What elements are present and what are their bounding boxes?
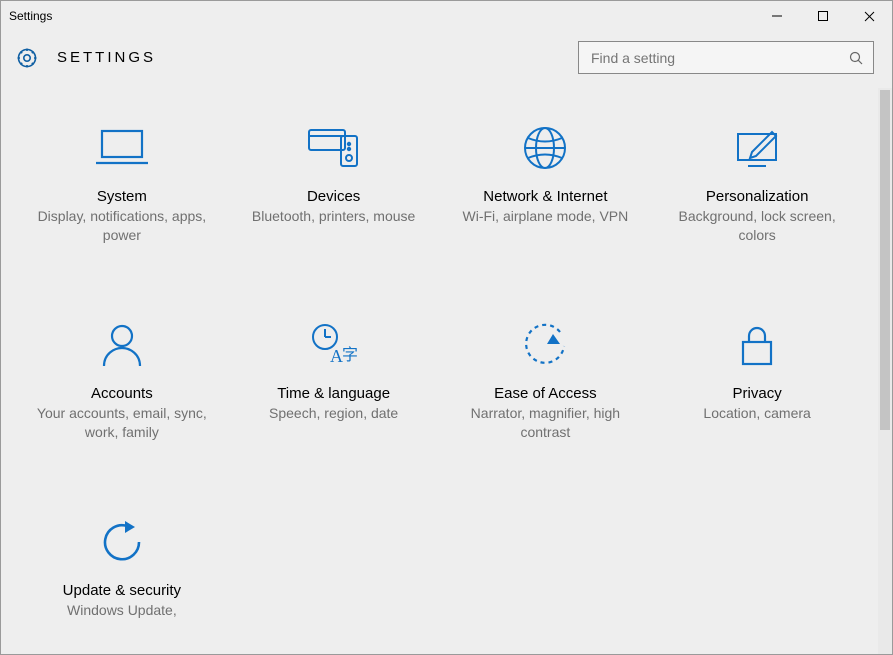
header: SETTINGS	[1, 31, 892, 88]
tile-desc: Speech, region, date	[237, 404, 431, 423]
scroll-thumb[interactable]	[880, 90, 890, 430]
tile-title: Update & security	[25, 582, 219, 599]
search-box[interactable]	[578, 41, 874, 74]
settings-window: Settings SETTINGS	[0, 0, 893, 655]
tile-desc: Wi-Fi, airplane mode, VPN	[449, 207, 643, 226]
page-title: SETTINGS	[57, 49, 156, 66]
globe-icon	[449, 118, 643, 178]
update-icon	[25, 512, 219, 572]
svg-text:字: 字	[342, 346, 358, 364]
tile-system[interactable]: System Display, notifications, apps, pow…	[21, 118, 223, 245]
tile-ease-of-access[interactable]: Ease of Access Narrator, magnifier, high…	[445, 315, 647, 442]
search-input[interactable]	[589, 49, 849, 67]
tile-title: Privacy	[660, 385, 854, 402]
devices-icon	[237, 118, 431, 178]
tile-title: Accounts	[25, 385, 219, 402]
system-icon	[25, 118, 219, 178]
vertical-scrollbar[interactable]	[878, 88, 892, 654]
search-icon	[849, 51, 863, 65]
tile-privacy[interactable]: Privacy Location, camera	[656, 315, 858, 442]
tile-desc: Your accounts, email, sync, work, family	[25, 404, 219, 442]
tile-desc: Windows Update,	[25, 601, 219, 620]
time-language-icon: A 字	[237, 315, 431, 375]
maximize-button[interactable]	[800, 1, 846, 31]
content-area: System Display, notifications, apps, pow…	[1, 88, 878, 654]
tile-network[interactable]: Network & Internet Wi-Fi, airplane mode,…	[445, 118, 647, 245]
tile-title: Time & language	[237, 385, 431, 402]
tile-devices[interactable]: Devices Bluetooth, printers, mouse	[233, 118, 435, 245]
tile-title: Devices	[237, 188, 431, 205]
ease-of-access-icon	[449, 315, 643, 375]
tile-accounts[interactable]: Accounts Your accounts, email, sync, wor…	[21, 315, 223, 442]
tile-title: Network & Internet	[449, 188, 643, 205]
personalization-icon	[660, 118, 854, 178]
tile-title: System	[25, 188, 219, 205]
gear-icon	[15, 46, 39, 70]
titlebar: Settings	[1, 1, 892, 31]
tile-update-security[interactable]: Update & security Windows Update,	[21, 512, 223, 620]
tile-desc: Narrator, magnifier, high contrast	[449, 404, 643, 442]
tile-title: Ease of Access	[449, 385, 643, 402]
tile-personalization[interactable]: Personalization Background, lock screen,…	[656, 118, 858, 245]
tile-title: Personalization	[660, 188, 854, 205]
close-button[interactable]	[846, 1, 892, 31]
tile-time-language[interactable]: A 字 Time & language Speech, region, date	[233, 315, 435, 442]
minimize-button[interactable]	[754, 1, 800, 31]
window-title: Settings	[1, 9, 52, 23]
lock-icon	[660, 315, 854, 375]
tile-desc: Bluetooth, printers, mouse	[237, 207, 431, 226]
accounts-icon	[25, 315, 219, 375]
tile-desc: Location, camera	[660, 404, 854, 423]
tile-desc: Background, lock screen, colors	[660, 207, 854, 245]
settings-grid: System Display, notifications, apps, pow…	[21, 118, 858, 619]
tile-desc: Display, notifications, apps, power	[25, 207, 219, 245]
